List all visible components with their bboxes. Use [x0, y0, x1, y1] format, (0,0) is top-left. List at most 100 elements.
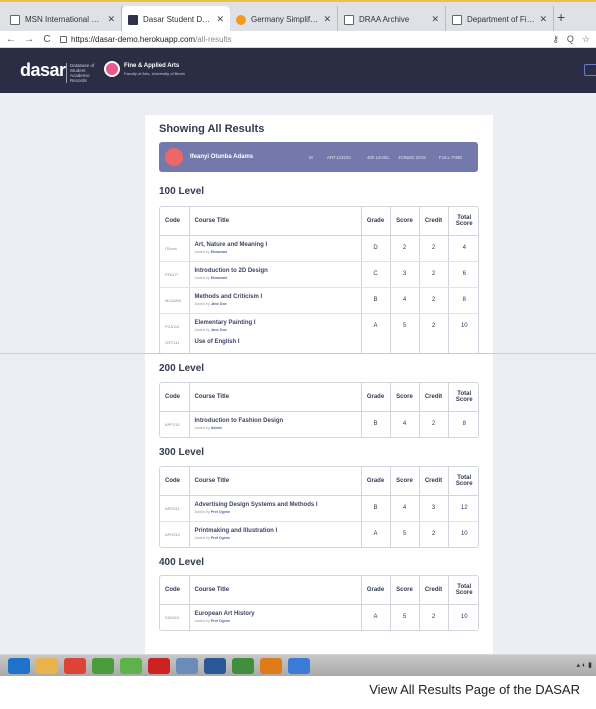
- course-code: FAS410: [160, 604, 190, 630]
- tab-label: MSN International Edition - Wo: [25, 15, 103, 24]
- windows-start-icon[interactable]: [8, 658, 30, 674]
- dasar-logo[interactable]: dasar: [20, 60, 66, 81]
- close-icon[interactable]: ✕: [107, 14, 115, 25]
- column-header-score: Score: [390, 467, 420, 496]
- column-header-title: Course Title: [189, 576, 362, 605]
- course-code: APD311: [160, 495, 190, 522]
- url-field[interactable]: https://dasar-demo.herokuapp.com/all-res…: [60, 35, 232, 44]
- score: 3: [390, 261, 420, 288]
- internet-explorer-icon[interactable]: [288, 658, 310, 674]
- table-row[interactable]: GST111 Use of English I C 3 0 0: [160, 336, 478, 353]
- total-score: 10: [460, 531, 468, 538]
- level-heading-400: 400 Level: [159, 557, 205, 568]
- course-title: Use of English I: [189, 336, 362, 353]
- added-by: Added by Prof Ogene: [195, 619, 361, 623]
- media-player-icon[interactable]: [260, 658, 282, 674]
- added-by: Added by Prof Ogene: [195, 510, 361, 514]
- tab-dasar[interactable]: Dasar Student Database ✕: [122, 6, 230, 33]
- table-row[interactable]: MCA1IW Methods and Criticism I Added by J…: [160, 287, 478, 314]
- header-menu-button[interactable]: [584, 64, 596, 76]
- column-header-code: Code: [160, 383, 190, 412]
- column-header-grade: Grade: [361, 576, 391, 605]
- dasar-favicon-icon: [128, 14, 138, 25]
- back-arrow-icon[interactable]: ←: [4, 34, 18, 45]
- close-icon[interactable]: ✕: [216, 14, 224, 25]
- reload-icon[interactable]: C: [40, 34, 54, 45]
- course-title: Introduction to 2D Design: [194, 268, 268, 274]
- department-name: Fine & Applied Arts: [124, 63, 180, 69]
- added-by-label: Added by: [194, 250, 210, 254]
- word-icon[interactable]: [204, 658, 226, 674]
- page-icon: [10, 14, 20, 25]
- table-row[interactable]: PFA1IT Introduction to 2D Design Added by…: [160, 261, 478, 288]
- total-score: 8: [462, 421, 466, 428]
- department-subtitle: Faculty of Arts, University of Benin: [124, 71, 185, 76]
- added-by-label: Added by: [194, 536, 210, 541]
- page-icon: [452, 14, 462, 25]
- opera-icon[interactable]: [148, 658, 170, 674]
- level-heading-100: 100 Level: [159, 186, 205, 197]
- column-header-score: Score: [390, 207, 420, 236]
- close-icon[interactable]: ✕: [323, 14, 331, 25]
- address-bar: ← → C https://dasar-demo.herokuapp.com/a…: [0, 31, 596, 48]
- added-by-label: Added by: [194, 619, 210, 624]
- tab-msn[interactable]: MSN International Edition - Wo ✕: [4, 6, 122, 33]
- close-icon[interactable]: ✕: [539, 14, 547, 25]
- score: 2: [390, 235, 420, 262]
- total-score: 0: [448, 336, 478, 353]
- credit: 2: [419, 287, 449, 314]
- total-score: 10: [460, 614, 468, 621]
- added-by-name: Prof Ogene: [210, 510, 231, 514]
- page-title: Showing All Results: [159, 123, 265, 135]
- table-row[interactable]: APD312 Printmaking and Illustration I Add…: [160, 521, 478, 547]
- student-level: 400 LEVEL: [367, 155, 390, 160]
- camera-app-icon[interactable]: [232, 658, 254, 674]
- page-icon: [344, 14, 354, 25]
- column-header-title: Course Title: [189, 383, 362, 412]
- added-by-name: Prof Ogene: [210, 619, 231, 624]
- course-title: Methods and Criticism I: [194, 294, 263, 300]
- added-by-name: Ekwueani: [210, 250, 228, 254]
- new-tab-button[interactable]: +: [557, 9, 565, 25]
- course-title: Printmaking and Illustration I: [194, 528, 278, 535]
- browser-e-icon[interactable]: [120, 658, 142, 674]
- student-matric: ART123232: [327, 155, 351, 160]
- tab-draa[interactable]: DRAA Archive ✕: [338, 6, 446, 33]
- settings-app-icon[interactable]: [176, 658, 198, 674]
- column-header-total: Total Score: [448, 207, 478, 236]
- table-row[interactable]: APD311 Advertising Design Systems and Me…: [160, 495, 478, 522]
- grade: A: [361, 604, 391, 630]
- course-code: MCA1IW: [160, 287, 190, 314]
- forward-arrow-icon[interactable]: →: [22, 34, 36, 45]
- key-icon[interactable]: ⚷: [552, 34, 559, 45]
- column-header-credit: Credit: [419, 207, 449, 236]
- added-by-label: Added by: [194, 302, 210, 306]
- added-by-name: Admin: [210, 426, 222, 431]
- grade: C: [361, 336, 391, 353]
- results-table-300: Code Course Title Grade Score Credit Tot…: [159, 466, 479, 548]
- chrome-icon[interactable]: [64, 658, 86, 674]
- table-row[interactable]: ITAxxx Art, Nature and Meaning I Added by…: [160, 235, 478, 262]
- column-header-credit: Credit: [419, 576, 449, 605]
- tab-department[interactable]: Department of Fine and Applie ✕: [446, 6, 554, 33]
- tab-germany[interactable]: Germany Simplified - Lets unco ✕: [230, 6, 338, 33]
- department-badge-icon: [104, 61, 120, 77]
- bookmark-star-icon[interactable]: ☆: [582, 34, 590, 45]
- score: 4: [390, 411, 420, 437]
- avatar: [165, 148, 183, 166]
- system-tray-icon[interactable]: ▴ ◐ ▮: [577, 661, 592, 669]
- total-score: 4: [448, 235, 478, 262]
- added-by: Added by Jane Doe: [195, 302, 361, 306]
- table-row[interactable]: FAS410 European Art History Added by Prof…: [160, 604, 478, 630]
- grade: D: [361, 235, 391, 262]
- table-row[interactable]: APF213 Introduction to Fashion Design Add…: [160, 411, 478, 437]
- course-code: PFA1IT: [160, 261, 190, 288]
- file-explorer-icon[interactable]: [36, 658, 58, 674]
- close-icon[interactable]: ✕: [431, 14, 439, 25]
- table-header-row: Code Course Title Grade Score Credit Tot…: [160, 467, 478, 496]
- nature-app-icon[interactable]: [92, 658, 114, 674]
- total-score: 6: [448, 261, 478, 288]
- results-table-200: Code Course Title Grade Score Credit Tot…: [159, 382, 479, 438]
- zoom-icon[interactable]: Q: [567, 34, 574, 45]
- germany-favicon-icon: [236, 14, 246, 25]
